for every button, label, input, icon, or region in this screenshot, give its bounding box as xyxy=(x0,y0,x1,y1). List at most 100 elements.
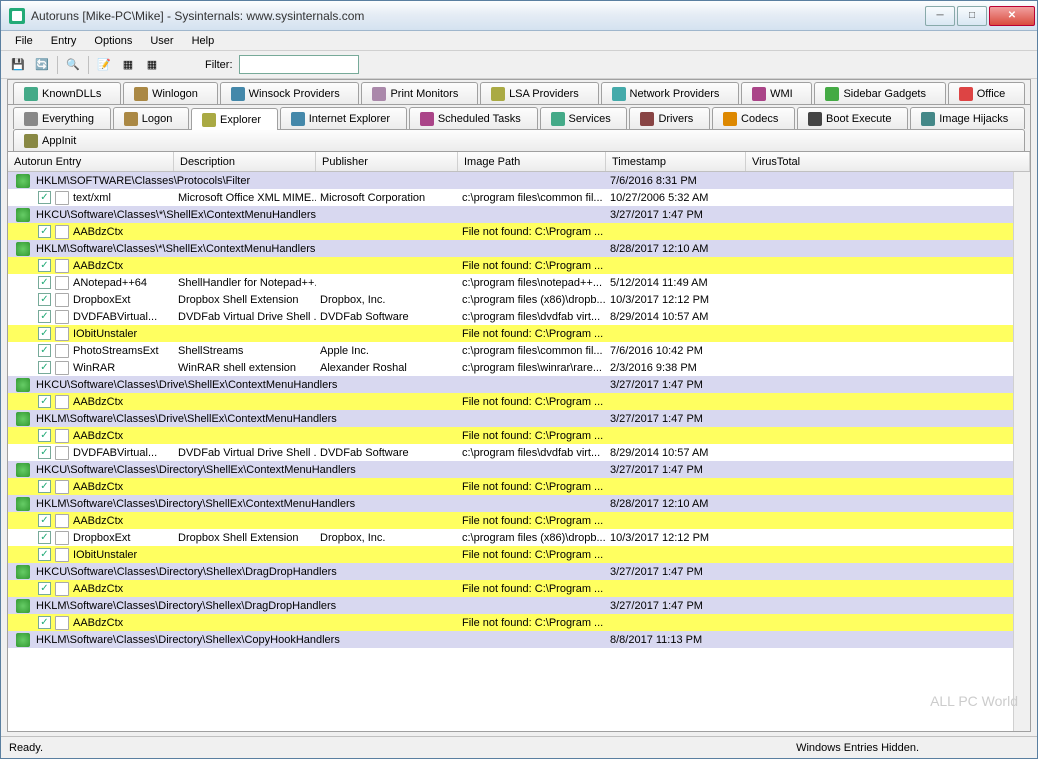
registry-key-row[interactable]: HKLM\Software\Classes\Directory\Shellex\… xyxy=(8,597,1013,614)
column-header-image-path[interactable]: Image Path xyxy=(458,152,606,171)
virustotal-cell xyxy=(746,580,1013,597)
filter-input[interactable] xyxy=(239,55,359,74)
autorun-entry-row[interactable]: AABdzCtxFile not found: C:\Program ... xyxy=(8,580,1013,597)
enable-checkbox[interactable] xyxy=(38,225,51,238)
find-button[interactable]: 🔍 xyxy=(62,54,84,76)
column-header-timestamp[interactable]: Timestamp xyxy=(606,152,746,171)
menu-user[interactable]: User xyxy=(142,33,181,49)
registry-key-row[interactable]: HKLM\Software\Classes\Drive\ShellEx\Cont… xyxy=(8,410,1013,427)
enable-checkbox[interactable] xyxy=(38,327,51,340)
publisher-cell: Microsoft Corporation xyxy=(316,189,458,206)
menu-file[interactable]: File xyxy=(7,33,41,49)
titlebar[interactable]: Autoruns [Mike-PC\Mike] - Sysinternals: … xyxy=(1,1,1037,31)
list-area[interactable]: HKLM\SOFTWARE\Classes\Protocols\Filter7/… xyxy=(8,172,1013,731)
entry-icon xyxy=(55,361,69,375)
tab-scheduled-tasks[interactable]: Scheduled Tasks xyxy=(409,107,538,129)
autorun-entry-row[interactable]: AABdzCtxFile not found: C:\Program ... xyxy=(8,393,1013,410)
tab-knowndlls[interactable]: KnownDLLs xyxy=(13,82,121,104)
column-header-virustotal[interactable]: VirusTotal xyxy=(746,152,1030,171)
registry-key-row[interactable]: HKCU\Software\Classes\Directory\ShellEx\… xyxy=(8,461,1013,478)
autorun-entry-row[interactable]: DropboxExtDropbox Shell ExtensionDropbox… xyxy=(8,291,1013,308)
tab-label: Internet Explorer xyxy=(309,113,390,125)
registry-key-row[interactable]: HKLM\Software\Classes\Directory\ShellEx\… xyxy=(8,495,1013,512)
autorun-entry-row[interactable]: ANotepad++64ShellHandler for Notepad++..… xyxy=(8,274,1013,291)
registry-key-row[interactable]: HKCU\Software\Classes\Directory\Shellex\… xyxy=(8,563,1013,580)
autorun-entry-row[interactable]: DVDFABVirtual...DVDFab Virtual Drive She… xyxy=(8,308,1013,325)
tab-lsa-providers[interactable]: LSA Providers xyxy=(480,82,598,104)
column-header-autorun-entry[interactable]: Autorun Entry xyxy=(8,152,174,171)
enable-checkbox[interactable] xyxy=(38,514,51,527)
delete-button[interactable]: ▦ xyxy=(141,54,163,76)
tab-label: Network Providers xyxy=(630,88,720,100)
autorun-entry-row[interactable]: AABdzCtxFile not found: C:\Program ... xyxy=(8,427,1013,444)
enable-checkbox[interactable] xyxy=(38,191,51,204)
tab-appinit[interactable]: AppInit xyxy=(13,129,1025,151)
tab-services[interactable]: Services xyxy=(540,107,628,129)
tab-winlogon[interactable]: Winlogon xyxy=(123,82,218,104)
save-button[interactable]: 💾 xyxy=(7,54,29,76)
tab-wmi[interactable]: WMI xyxy=(741,82,812,104)
autorun-entry-row[interactable]: DVDFABVirtual...DVDFab Virtual Drive She… xyxy=(8,444,1013,461)
autorun-entry-row[interactable]: AABdzCtxFile not found: C:\Program ... xyxy=(8,478,1013,495)
autorun-entry-row[interactable]: WinRARWinRAR shell extensionAlexander Ro… xyxy=(8,359,1013,376)
registry-key-row[interactable]: HKLM\Software\Classes\Directory\Shellex\… xyxy=(8,631,1013,648)
tab-office[interactable]: Office xyxy=(948,82,1025,104)
tab-codecs[interactable]: Codecs xyxy=(712,107,795,129)
menu-options[interactable]: Options xyxy=(86,33,140,49)
properties-button[interactable]: ▦ xyxy=(117,54,139,76)
entry-name: AABdzCtx xyxy=(73,583,123,595)
refresh-button[interactable]: 🔄 xyxy=(31,54,53,76)
enable-checkbox[interactable] xyxy=(38,361,51,374)
enable-checkbox[interactable] xyxy=(38,548,51,561)
entry-name: DropboxExt xyxy=(73,294,130,306)
tab-explorer[interactable]: Explorer xyxy=(191,108,278,130)
enable-checkbox[interactable] xyxy=(38,531,51,544)
column-header-publisher[interactable]: Publisher xyxy=(316,152,458,171)
menu-entry[interactable]: Entry xyxy=(43,33,85,49)
enable-checkbox[interactable] xyxy=(38,480,51,493)
enable-checkbox[interactable] xyxy=(38,429,51,442)
column-header-description[interactable]: Description xyxy=(174,152,316,171)
autorun-entry-row[interactable]: AABdzCtxFile not found: C:\Program ... xyxy=(8,223,1013,240)
enable-checkbox[interactable] xyxy=(38,259,51,272)
tab-internet-explorer[interactable]: Internet Explorer xyxy=(280,107,407,129)
autorun-entry-row[interactable]: IObitUnstalerFile not found: C:\Program … xyxy=(8,325,1013,342)
enable-checkbox[interactable] xyxy=(38,293,51,306)
autorun-entry-row[interactable]: DropboxExtDropbox Shell ExtensionDropbox… xyxy=(8,529,1013,546)
tab-print-monitors[interactable]: Print Monitors xyxy=(361,82,478,104)
entry-name: AABdzCtx xyxy=(73,481,123,493)
jump-button[interactable]: 📝 xyxy=(93,54,115,76)
tab-sidebar-gadgets[interactable]: Sidebar Gadgets xyxy=(814,82,945,104)
autorun-entry-row[interactable]: IObitUnstalerFile not found: C:\Program … xyxy=(8,546,1013,563)
close-button[interactable]: ✕ xyxy=(989,6,1035,26)
tab-winsock-providers[interactable]: Winsock Providers xyxy=(220,82,360,104)
minimize-button[interactable]: ─ xyxy=(925,6,955,26)
registry-key-row[interactable]: HKCU\Software\Classes\Drive\ShellEx\Cont… xyxy=(8,376,1013,393)
tab-drivers[interactable]: Drivers xyxy=(629,107,710,129)
enable-checkbox[interactable] xyxy=(38,395,51,408)
menu-help[interactable]: Help xyxy=(184,33,223,49)
registry-key-row[interactable]: HKCU\Software\Classes\*\ShellEx\ContextM… xyxy=(8,206,1013,223)
maximize-button[interactable]: □ xyxy=(957,6,987,26)
autorun-entry-row[interactable]: AABdzCtxFile not found: C:\Program ... xyxy=(8,512,1013,529)
enable-checkbox[interactable] xyxy=(38,276,51,289)
tab-logon[interactable]: Logon xyxy=(113,107,189,129)
registry-key-row[interactable]: HKLM\Software\Classes\*\ShellEx\ContextM… xyxy=(8,240,1013,257)
tab-boot-execute[interactable]: Boot Execute xyxy=(797,107,908,129)
autorun-entry-row[interactable]: text/xmlMicrosoft Office XML MIME...Micr… xyxy=(8,189,1013,206)
tab-network-providers[interactable]: Network Providers xyxy=(601,82,740,104)
tab-label: Scheduled Tasks xyxy=(438,113,521,125)
enable-checkbox[interactable] xyxy=(38,582,51,595)
scrollbar-vertical[interactable] xyxy=(1013,172,1030,731)
autorun-entry-row[interactable]: PhotoStreamsExtShellStreamsApple Inc.c:\… xyxy=(8,342,1013,359)
enable-checkbox[interactable] xyxy=(38,310,51,323)
autorun-entry-row[interactable]: AABdzCtxFile not found: C:\Program ... xyxy=(8,614,1013,631)
enable-checkbox[interactable] xyxy=(38,616,51,629)
tab-image-hijacks[interactable]: Image Hijacks xyxy=(910,107,1025,129)
tab-everything[interactable]: Everything xyxy=(13,107,111,129)
enable-checkbox[interactable] xyxy=(38,446,51,459)
virustotal-cell xyxy=(746,223,1013,240)
registry-key-row[interactable]: HKLM\SOFTWARE\Classes\Protocols\Filter7/… xyxy=(8,172,1013,189)
autorun-entry-row[interactable]: AABdzCtxFile not found: C:\Program ... xyxy=(8,257,1013,274)
enable-checkbox[interactable] xyxy=(38,344,51,357)
